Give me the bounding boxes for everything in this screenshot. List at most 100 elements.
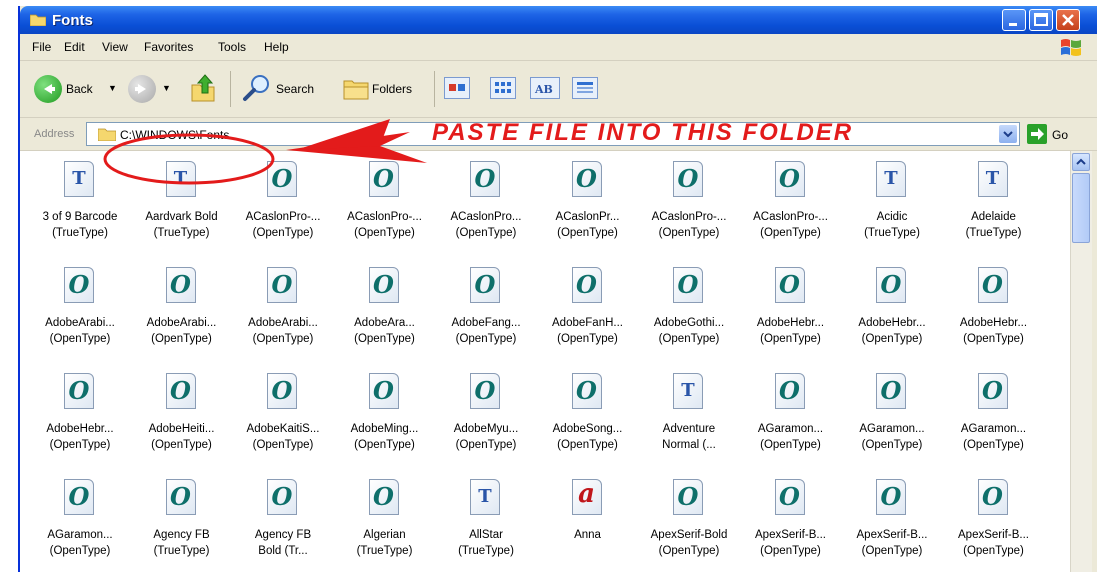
font-file-item[interactable]: O Algerian (TrueType) [335, 469, 435, 572]
file-list-view[interactable]: T 3 of 9 Barcode (TrueType) T Aardvark Bold (… [20, 151, 1070, 572]
menu-tools[interactable]: Tools [218, 40, 246, 54]
font-file-item[interactable]: O ACaslonPro-... (OpenType) [741, 151, 841, 258]
font-file-item[interactable]: O ACaslonPro... (OpenType) [436, 151, 536, 258]
font-file-item[interactable]: O ACaslonPro-... (OpenType) [335, 151, 435, 258]
font-file-item[interactable]: O AdobeMyu... (OpenType) [436, 363, 536, 470]
font-file-name: ACaslonPro-... [245, 211, 321, 223]
go-arrow-icon [1031, 128, 1044, 140]
font-file-type: (OpenType) [760, 227, 821, 239]
font-file-item[interactable]: O ApexSerif-B... (OpenType) [842, 469, 942, 572]
font-file-item[interactable]: O AdobeArabi... (OpenType) [30, 257, 130, 364]
go-label[interactable]: Go [1052, 128, 1068, 142]
font-file-item[interactable]: O AdobeArabi... (OpenType) [233, 257, 333, 364]
font-file-item[interactable]: T Adelaide (TrueType) [944, 151, 1044, 258]
folders-button[interactable]: Folders [372, 82, 412, 96]
truetype-font-icon: T [165, 161, 196, 197]
font-file-label: AdobeMing... (OpenType) [335, 421, 435, 453]
font-file-label: Algerian (TrueType) [335, 527, 435, 559]
font-file-label: ApexSerif-B... (OpenType) [741, 527, 841, 559]
search-button[interactable]: Search [276, 82, 314, 96]
view-thumbnails-button[interactable] [444, 77, 470, 99]
font-file-item[interactable]: a Anna [538, 469, 638, 572]
opentype-font-icon: O [64, 479, 94, 515]
menu-bar: File Edit View Favorites Tools Help [20, 34, 1097, 61]
font-file-item[interactable]: O AdobeSong... (OpenType) [538, 363, 638, 470]
font-file-item[interactable]: O AdobeAra... (OpenType) [335, 257, 435, 364]
font-file-label: AGaramon... (OpenType) [842, 421, 942, 453]
menu-view[interactable]: View [102, 40, 128, 54]
up-folder-icon[interactable] [190, 73, 218, 103]
view-icons-button[interactable]: AB [530, 77, 560, 99]
font-file-label: Anna [538, 527, 638, 543]
view-tiles-button[interactable] [490, 77, 516, 99]
back-label[interactable]: Back [66, 82, 93, 96]
chevron-down-icon [1003, 131, 1013, 138]
font-file-item[interactable]: T AllStar (TrueType) [436, 469, 536, 572]
font-file-item[interactable]: O AGaramon... (OpenType) [944, 363, 1044, 470]
menu-edit[interactable]: Edit [64, 40, 85, 54]
font-file-item[interactable]: O ACaslonPr... (OpenType) [538, 151, 638, 258]
title-bar[interactable]: Fonts [20, 6, 1097, 34]
menu-help[interactable]: Help [264, 40, 289, 54]
font-file-item[interactable]: O AdobeHebr... (OpenType) [842, 257, 942, 364]
font-file-item[interactable]: O AdobeGothi... (OpenType) [639, 257, 739, 364]
search-icon[interactable] [240, 73, 272, 103]
tiles-view-icon [495, 82, 511, 93]
font-file-item[interactable]: O AdobeArabi... (OpenType) [132, 257, 232, 364]
font-file-item[interactable]: O AGaramon... (OpenType) [741, 363, 841, 470]
font-file-icon: a [571, 479, 602, 515]
font-file-name: Acidic [876, 211, 908, 223]
font-file-item[interactable]: O AGaramon... (OpenType) [30, 469, 130, 572]
font-file-label: AdobeHebr... (OpenType) [30, 421, 130, 453]
font-file-name: AllStar [469, 529, 503, 541]
view-details-button[interactable] [572, 77, 598, 99]
vertical-scrollbar[interactable] [1070, 151, 1092, 572]
font-file-item[interactable]: O AGaramon... (OpenType) [842, 363, 942, 470]
font-file-label: ApexSerif-B... (OpenType) [842, 527, 942, 559]
font-file-item[interactable]: O ApexSerif-B... (OpenType) [944, 469, 1044, 572]
font-file-item[interactable]: O AdobeHebr... (OpenType) [944, 257, 1044, 364]
close-button[interactable] [1056, 9, 1080, 31]
close-icon [1062, 14, 1074, 26]
font-file-item[interactable]: O AdobeMing... (OpenType) [335, 363, 435, 470]
font-file-item[interactable]: O ACaslonPro-... (OpenType) [639, 151, 739, 258]
font-file-item[interactable]: T 3 of 9 Barcode (TrueType) [30, 151, 130, 258]
back-button[interactable] [34, 75, 62, 103]
font-file-item[interactable]: O AdobeHebr... (OpenType) [741, 257, 841, 364]
font-file-item[interactable]: T Aardvark Bold (TrueType) [132, 151, 232, 258]
font-file-item[interactable]: T Acidic (TrueType) [842, 151, 942, 258]
scroll-thumb[interactable] [1072, 173, 1090, 243]
back-dropdown-icon[interactable]: ▼ [108, 83, 117, 93]
scroll-up-button[interactable] [1072, 153, 1090, 171]
font-file-item[interactable]: O AdobeFanH... (OpenType) [538, 257, 638, 364]
forward-dropdown-icon[interactable]: ▼ [162, 83, 171, 93]
go-button[interactable] [1027, 124, 1047, 144]
font-file-item[interactable]: O AdobeKaitiS... (OpenType) [233, 363, 333, 470]
font-file-item[interactable]: O ApexSerif-B... (OpenType) [741, 469, 841, 572]
icon-glyph: O [170, 482, 191, 511]
icon-glyph: O [779, 164, 800, 193]
menu-file[interactable]: File [32, 40, 51, 54]
forward-button[interactable] [128, 75, 156, 103]
address-path[interactable]: C:\WINDOWS\Fonts [120, 128, 229, 142]
font-file-label: AGaramon... (OpenType) [30, 527, 130, 559]
folders-icon[interactable] [342, 73, 370, 103]
font-file-item[interactable]: O AdobeFang... (OpenType) [436, 257, 536, 364]
font-file-item[interactable]: O AdobeHeiti... (OpenType) [132, 363, 232, 470]
font-file-item[interactable]: O Agency FB (TrueType) [132, 469, 232, 572]
font-file-item[interactable]: O ACaslonPro-... (OpenType) [233, 151, 333, 258]
font-file-item[interactable]: O ApexSerif-Bold (OpenType) [639, 469, 739, 572]
font-file-label: AdobeFanH... (OpenType) [538, 315, 638, 347]
font-file-item[interactable]: T Adventure Normal (... [639, 363, 739, 470]
address-dropdown-button[interactable] [999, 125, 1017, 143]
font-file-type: (OpenType) [455, 333, 517, 345]
font-file-item[interactable]: O AdobeHebr... (OpenType) [30, 363, 130, 470]
opentype-font-icon: O [267, 479, 297, 515]
font-file-name: AGaramon... [859, 423, 925, 435]
font-file-item[interactable]: O Agency FB Bold (Tr... [233, 469, 333, 572]
minimize-button[interactable] [1002, 9, 1026, 31]
menu-favorites[interactable]: Favorites [144, 40, 193, 54]
icon-glyph: O [373, 164, 394, 193]
maximize-button[interactable] [1029, 9, 1053, 31]
font-file-type: (OpenType) [861, 439, 923, 451]
